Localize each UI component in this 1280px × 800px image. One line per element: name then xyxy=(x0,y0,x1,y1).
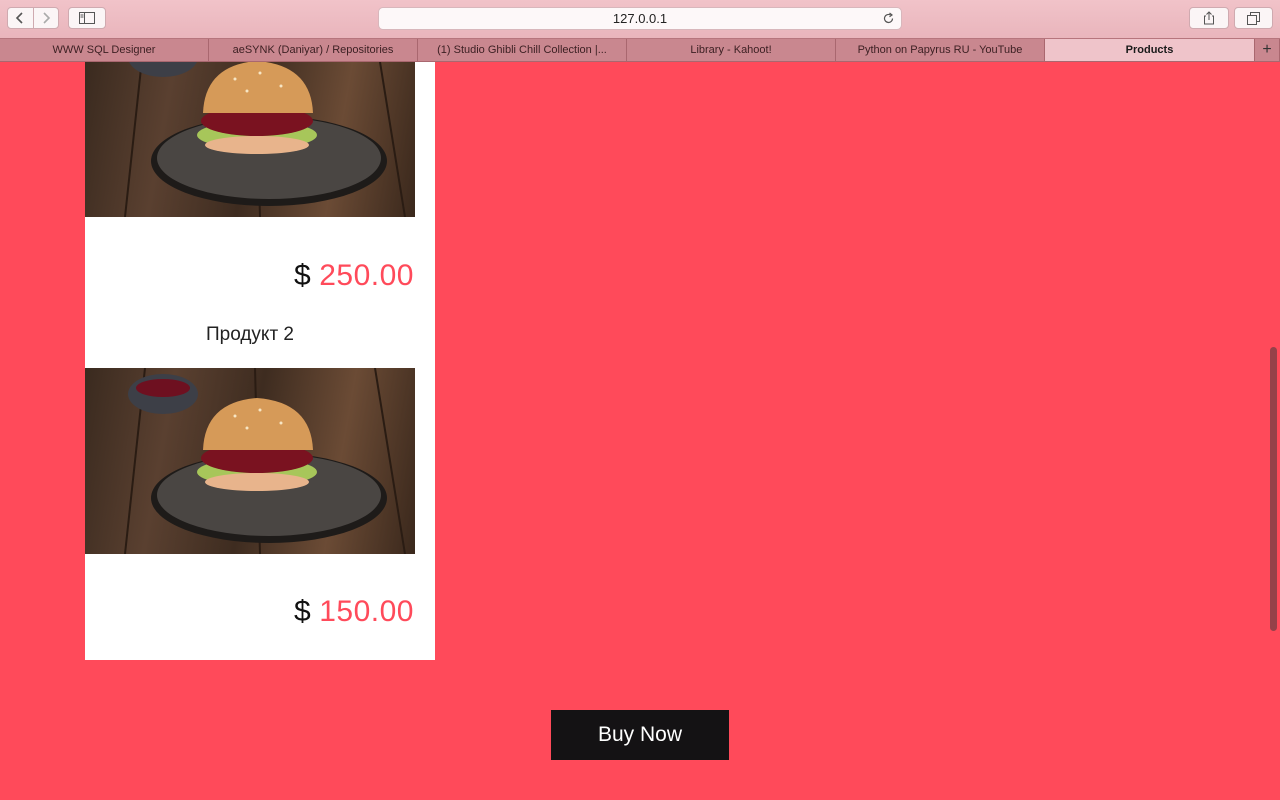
burger-photo xyxy=(124,62,406,217)
currency-symbol: $ xyxy=(294,595,312,628)
page-scrollbar[interactable] xyxy=(1266,62,1280,800)
tab-aesynk-repositories[interactable]: aeSYNK (Daniyar) / Repositories xyxy=(209,39,418,61)
product-price: $150.00 xyxy=(294,595,414,629)
tab-kahoot-library[interactable]: Library - Kahoot! xyxy=(627,39,836,61)
scrollbar-thumb[interactable] xyxy=(1270,347,1277,631)
tab-python-on-papyrus[interactable]: Python on Papyrus RU - YouTube xyxy=(836,39,1045,61)
share-button[interactable] xyxy=(1189,7,1229,29)
chevron-right-icon xyxy=(43,12,50,24)
reload-icon[interactable] xyxy=(882,12,895,25)
sidebar-button[interactable] xyxy=(68,7,106,29)
browser-toolbar: 127.0.0.1 xyxy=(0,0,1280,38)
navigation-buttons xyxy=(7,7,59,29)
product-image xyxy=(85,368,415,554)
tab-products[interactable]: Products xyxy=(1045,39,1254,61)
share-icon xyxy=(1204,11,1214,25)
products-card: $250.00 Продукт 2 $ 150.00 xyxy=(85,62,435,660)
forward-button[interactable] xyxy=(32,8,59,28)
url-text: 127.0.0.1 xyxy=(612,11,668,26)
back-button[interactable] xyxy=(8,8,33,28)
chevron-left-icon xyxy=(16,12,23,24)
address-bar[interactable]: 127.0.0.1 xyxy=(378,7,902,30)
product-name: Продукт 2 xyxy=(205,324,295,345)
tabs-overview-icon xyxy=(1246,11,1260,25)
new-tab-button[interactable]: + xyxy=(1254,39,1280,61)
price-value: 150.00 xyxy=(319,595,414,628)
buy-now-button[interactable]: Buy Now xyxy=(551,710,729,760)
burger-photo xyxy=(124,368,406,554)
tabs-overview-button[interactable] xyxy=(1234,7,1273,29)
tab-www-sql-designer[interactable]: WWW SQL Designer xyxy=(0,39,209,61)
tab-studio-ghibli[interactable]: (1) Studio Ghibli Chill Collection |... xyxy=(418,39,627,61)
product-image xyxy=(85,62,415,217)
price-value: 250.00 xyxy=(319,259,414,292)
sidebar-icon xyxy=(79,12,95,24)
product-price: $250.00 xyxy=(294,259,414,293)
tab-bar: WWW SQL Designer aeSYNK (Daniyar) / Repo… xyxy=(0,38,1280,62)
currency-symbol: $ xyxy=(294,259,312,292)
page-viewport: $250.00 Продукт 2 $ 150.00 Buy Now xyxy=(0,62,1280,800)
